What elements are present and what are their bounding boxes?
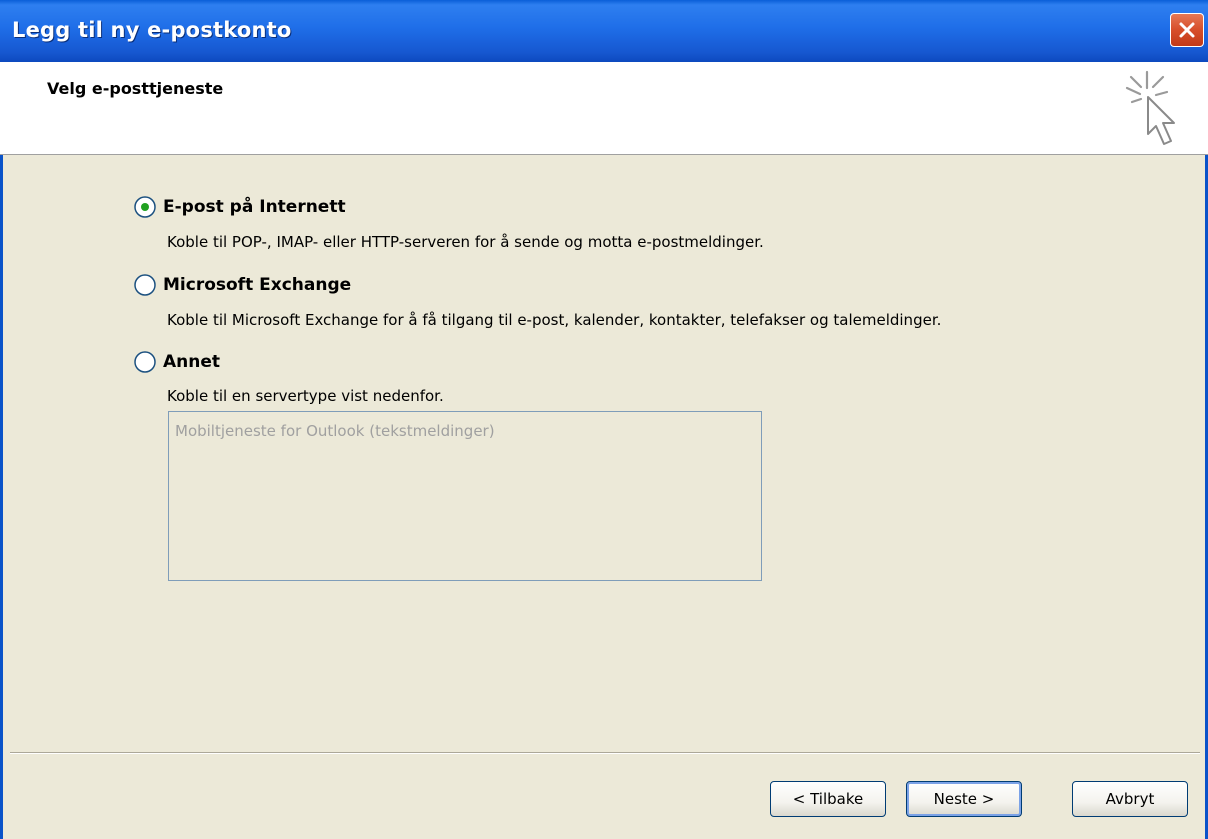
radio-button[interactable]	[133, 350, 157, 374]
title-bar[interactable]: Legg til ny e-postkonto	[0, 0, 1208, 62]
footer-separator	[10, 752, 1200, 754]
close-button[interactable]	[1170, 13, 1204, 47]
window-title: Legg til ny e-postkonto	[12, 18, 292, 42]
radio-button[interactable]	[133, 273, 157, 297]
window-border-left	[0, 62, 3, 839]
option-label: Microsoft Exchange	[163, 275, 352, 295]
option-description: Koble til en servertype vist nedenfor.	[167, 387, 444, 405]
radio-email-internet[interactable]: E-post på Internett	[133, 195, 346, 219]
radio-microsoft-exchange[interactable]: Microsoft Exchange	[133, 273, 351, 297]
radio-other[interactable]: Annet	[133, 350, 220, 374]
next-button[interactable]: Neste >	[906, 781, 1022, 817]
option-label: Annet	[163, 352, 221, 372]
option-description: Koble til POP-, IMAP- eller HTTP-servere…	[167, 233, 764, 251]
page-title: Velg e-posttjeneste	[47, 79, 224, 98]
cursor-click-icon	[1125, 70, 1175, 145]
cancel-button[interactable]: Avbryt	[1072, 781, 1188, 817]
radio-button-selected[interactable]	[133, 195, 157, 219]
close-icon	[1179, 22, 1195, 38]
back-button[interactable]: < Tilbake	[770, 781, 886, 817]
list-item[interactable]: Mobiltjeneste for Outlook (tekstmeldinge…	[175, 422, 495, 440]
server-type-listbox[interactable]: Mobiltjeneste for Outlook (tekstmeldinge…	[168, 411, 762, 581]
option-description: Koble til Microsoft Exchange for å få ti…	[167, 311, 942, 329]
option-label: E-post på Internett	[163, 197, 346, 217]
wizard-header: Velg e-posttjeneste	[0, 62, 1208, 155]
